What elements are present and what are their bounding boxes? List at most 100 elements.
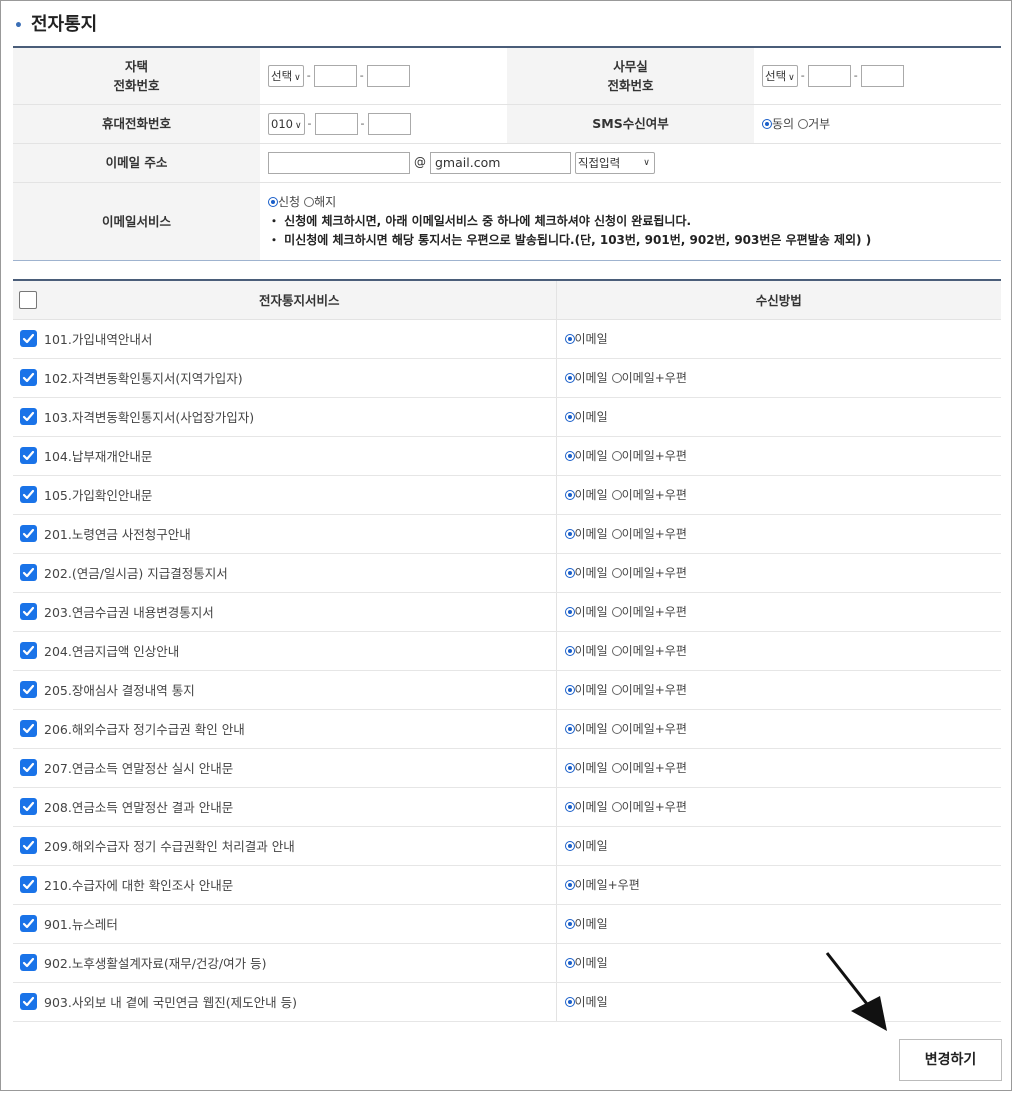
- office-phone-last-input[interactable]: [860, 64, 904, 87]
- service-name: 210.수급자에 대한 확인조사 안내문: [43, 865, 557, 905]
- table-row: 207.연금소득 연말정산 실시 안내문 이메일 이메일+우편: [13, 748, 1001, 788]
- service-checkbox[interactable]: [19, 681, 37, 698]
- email-apply-radio[interactable]: [268, 197, 278, 208]
- email-option-label: 이메일: [574, 527, 608, 541]
- service-checkbox[interactable]: [19, 330, 37, 347]
- receive-method: 이메일 이메일+우편: [556, 748, 1001, 788]
- table-row: 205.장애심사 결정내역 통지 이메일 이메일+우편: [13, 670, 1001, 710]
- email-radio[interactable]: [564, 373, 575, 383]
- service-checkbox[interactable]: [19, 759, 37, 776]
- receive-method: 이메일 이메일+우편: [556, 553, 1001, 593]
- service-checkbox[interactable]: [19, 876, 37, 893]
- email-radio[interactable]: [564, 334, 575, 344]
- receive-method: 이메일 이메일+우편: [556, 670, 1001, 710]
- service-checkbox[interactable]: [19, 603, 37, 620]
- service-checkbox[interactable]: [19, 369, 37, 386]
- chevron-down-icon: ∨: [643, 157, 650, 168]
- service-checkbox[interactable]: [19, 993, 37, 1010]
- email-post-radio[interactable]: [564, 880, 575, 890]
- checkbox-cell: [13, 826, 43, 866]
- email-cancel-label: 해지: [314, 195, 337, 210]
- email-post-radio[interactable]: [611, 802, 622, 812]
- mobile-phone-mid-input[interactable]: [314, 112, 358, 135]
- email-post-option-label: 이메일+우편: [621, 566, 687, 580]
- email-post-radio[interactable]: [611, 490, 622, 500]
- email-option-label: 이메일: [574, 956, 608, 970]
- email-post-radio[interactable]: [611, 607, 622, 617]
- email-post-option-label: 이메일+우편: [621, 449, 687, 463]
- table-row: 203.연금수급권 내용변경통지서 이메일 이메일+우편: [13, 592, 1001, 632]
- email-radio[interactable]: [564, 685, 575, 695]
- mobile-phone-last-input[interactable]: [367, 112, 411, 135]
- home-area-select[interactable]: 선택 ∨: [268, 64, 304, 87]
- checkbox-cell: [13, 514, 43, 554]
- email-post-radio[interactable]: [611, 529, 622, 539]
- service-checkbox[interactable]: [19, 837, 37, 854]
- email-radio[interactable]: [564, 724, 575, 734]
- table-row: 101.가입내역안내서 이메일: [13, 319, 1001, 359]
- service-checkbox[interactable]: [19, 525, 37, 542]
- email-radio[interactable]: [564, 919, 575, 929]
- service-checkbox[interactable]: [19, 408, 37, 425]
- email-radio[interactable]: [564, 646, 575, 656]
- service-checkbox[interactable]: [19, 447, 37, 464]
- service-checkbox[interactable]: [19, 564, 37, 581]
- table-row: 206.해외수급자 정기수급권 확인 안내 이메일 이메일+우편: [13, 709, 1001, 749]
- receive-method: 이메일 이메일+우편: [556, 475, 1001, 515]
- checkbox-cell: [13, 709, 43, 749]
- mobile-prefix-select[interactable]: 010 ∨: [268, 112, 305, 135]
- email-user-input[interactable]: [268, 151, 410, 174]
- email-radio[interactable]: [564, 958, 575, 968]
- email-cancel-radio[interactable]: [304, 197, 315, 208]
- sms-agree-radio[interactable]: [762, 119, 772, 129]
- service-checkbox[interactable]: [19, 798, 37, 815]
- email-post-radio[interactable]: [611, 646, 622, 656]
- email-post-option-label: 이메일+우편: [621, 488, 687, 502]
- email-option-label: 이메일: [574, 371, 608, 385]
- email-radio[interactable]: [564, 490, 575, 500]
- select-all-checkbox[interactable]: [19, 290, 37, 309]
- table-row: 208.연금소득 연말정산 결과 안내문 이메일 이메일+우편: [13, 787, 1001, 827]
- email-address-field: @ gmail.com 직접입력 ∨: [260, 143, 1001, 183]
- receive-method: 이메일: [556, 982, 1001, 1022]
- office-area-select[interactable]: 선택 ∨: [762, 64, 798, 87]
- checkbox-cell: [13, 631, 43, 671]
- email-radio[interactable]: [564, 841, 575, 851]
- email-post-radio[interactable]: [611, 451, 622, 461]
- email-option-label: 이메일: [574, 761, 608, 775]
- chevron-down-icon: ∨: [294, 72, 301, 83]
- email-post-radio[interactable]: [611, 685, 622, 695]
- email-radio[interactable]: [564, 412, 575, 422]
- service-checkbox[interactable]: [19, 720, 37, 737]
- email-post-option-label: 이메일+우편: [621, 605, 687, 619]
- email-post-radio[interactable]: [611, 724, 622, 734]
- service-checkbox[interactable]: [19, 954, 37, 971]
- service-checkbox[interactable]: [19, 915, 37, 932]
- service-name: 104.납부재개안내문: [43, 436, 557, 476]
- checkbox-cell: [13, 943, 43, 983]
- email-post-radio[interactable]: [611, 568, 622, 578]
- email-radio[interactable]: [564, 529, 575, 539]
- email-domain-input[interactable]: gmail.com: [430, 151, 571, 174]
- email-post-option-label: 이메일+우편: [621, 683, 687, 697]
- office-phone-mid-input[interactable]: [807, 64, 851, 87]
- email-radio[interactable]: [564, 451, 575, 461]
- service-checkbox[interactable]: [19, 642, 37, 659]
- email-radio[interactable]: [564, 763, 575, 773]
- email-domain-select[interactable]: 직접입력 ∨: [574, 151, 655, 174]
- email-radio[interactable]: [564, 607, 575, 617]
- service-checkbox[interactable]: [19, 486, 37, 503]
- checkbox-cell: [13, 592, 43, 632]
- email-post-radio[interactable]: [611, 373, 622, 383]
- email-service-note-1: ・ 신청에 체크하시면, 아래 이메일서비스 중 하나에 체크하셔야 신청이 완…: [268, 214, 692, 229]
- home-phone-last-input[interactable]: [366, 64, 410, 87]
- change-button[interactable]: 변경하기: [899, 1039, 1002, 1081]
- email-radio[interactable]: [564, 802, 575, 812]
- email-radio[interactable]: [564, 568, 575, 578]
- email-post-option-label: 이메일+우편: [574, 878, 640, 892]
- email-option-label: 이메일: [574, 995, 608, 1009]
- home-phone-mid-input[interactable]: [313, 64, 357, 87]
- email-radio[interactable]: [564, 997, 575, 1007]
- email-post-radio[interactable]: [611, 763, 622, 773]
- sms-reject-radio[interactable]: [798, 119, 809, 129]
